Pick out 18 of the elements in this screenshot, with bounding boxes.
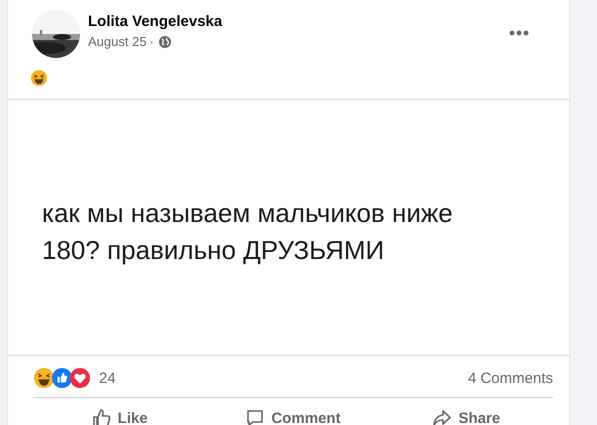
laughing-emoji-icon (31, 70, 47, 86)
heart-reaction-icon (70, 368, 90, 388)
share-arrow-icon (432, 408, 452, 425)
like-reaction-icon (52, 368, 72, 388)
post-date[interactable]: August 25 (88, 34, 147, 49)
globe-icon (158, 36, 171, 48)
author-name[interactable]: Lolita Vengelevska (88, 13, 222, 30)
separator: · (150, 34, 154, 49)
comment-button[interactable]: Comment (206, 404, 380, 425)
more-options-icon[interactable] (509, 30, 529, 36)
comments-link[interactable]: 4 Comments (468, 370, 553, 386)
laughing-reaction-icon (34, 368, 54, 388)
share-button[interactable]: Share (380, 404, 553, 425)
like-button[interactable]: Like (33, 404, 206, 425)
reaction-count[interactable]: 24 (99, 370, 116, 386)
speech-bubble-icon (245, 408, 266, 425)
image-caption: как мы называем мальчиков ниже 180? правильно ДРУЗЬЯМИ (42, 196, 454, 266)
thumbs-up-icon (92, 408, 112, 425)
